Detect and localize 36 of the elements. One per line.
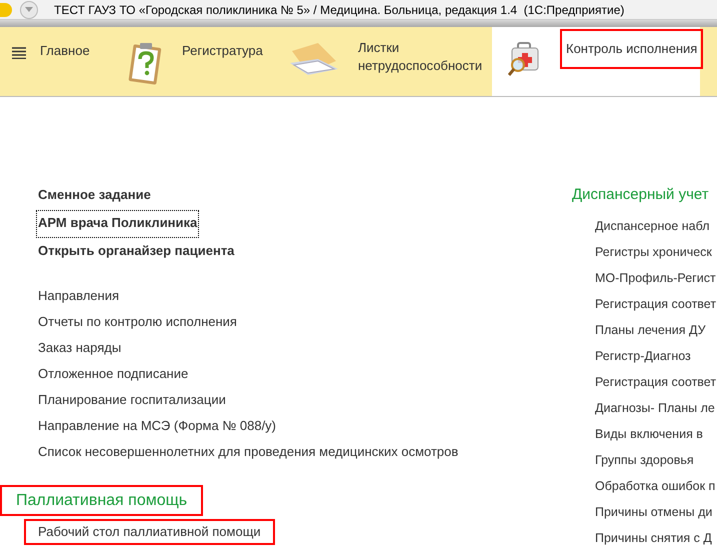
nav-link[interactable]: Диспансерное набл bbox=[595, 214, 710, 240]
nav-link[interactable]: АРМ врача Поликлиника bbox=[37, 211, 198, 237]
section-tab[interactable]: Контроль исполнения bbox=[492, 27, 700, 96]
nav-link[interactable]: Открыть органайзер пациента bbox=[37, 239, 236, 265]
nav-link[interactable]: Заказ наряды bbox=[37, 336, 122, 362]
nav-link[interactable]: Сменное задание bbox=[37, 183, 152, 209]
section-tab[interactable]: Главное bbox=[0, 27, 120, 96]
clipboard-question-icon bbox=[128, 41, 164, 85]
nav-link[interactable]: Регистрация соответ bbox=[595, 370, 716, 396]
nav-link[interactable]: Направления bbox=[37, 284, 120, 310]
nav-link[interactable]: Группы здоровья bbox=[595, 448, 694, 474]
group-heading: Паллиативная помощь bbox=[0, 485, 204, 516]
nav-link[interactable]: Регистры хроническ bbox=[595, 240, 712, 266]
app-logo-icon bbox=[0, 2, 12, 16]
menu-icon[interactable] bbox=[12, 47, 26, 59]
section-tab[interactable]: Регистратура bbox=[120, 27, 280, 96]
nav-link[interactable]: Планы лечения ДУ bbox=[595, 318, 706, 344]
nav-link[interactable]: Список несовершеннолетних для проведения медицинских осмотров bbox=[37, 440, 460, 466]
group-heading: Диспансерный учет bbox=[572, 185, 709, 205]
nav-link[interactable]: Планирование госпитализации bbox=[37, 388, 227, 414]
nav-link[interactable]: Причины снятия с Д bbox=[595, 526, 712, 551]
nav-link[interactable]: Отложенное подписание bbox=[37, 362, 190, 388]
section-tab[interactable]: Листки нетрудоспособности bbox=[280, 27, 492, 96]
nav-link[interactable]: Регистрация соответ bbox=[595, 292, 716, 318]
nav-link[interactable]: Отчеты по контролю исполнения bbox=[37, 310, 238, 336]
menu-dropdown-icon[interactable] bbox=[20, 0, 38, 18]
folder-documents-icon bbox=[288, 41, 340, 77]
nav-link[interactable]: Рабочий стол паллиативной помощи bbox=[24, 519, 275, 545]
nav-link[interactable]: Регистр-Диагноз bbox=[595, 344, 691, 370]
nav-link[interactable]: Диагнозы- Планы ле bbox=[595, 396, 715, 422]
window-title: ТЕСТ ГАУЗ ТО «Городская поликлиника № 5» / Медицина. Больница, редакция 1.4 (1С:Предприятие) bbox=[54, 2, 624, 18]
nav-link[interactable]: Виды включения в bbox=[595, 422, 703, 448]
nav-link[interactable]: Обработка ошибок п bbox=[595, 474, 716, 500]
nav-link[interactable]: Причины отмены ди bbox=[595, 500, 712, 526]
nav-link[interactable]: Направление на МСЭ (Форма № 088/у) bbox=[37, 414, 278, 440]
nav-link[interactable]: МО-Профиль-Регист bbox=[595, 266, 716, 292]
